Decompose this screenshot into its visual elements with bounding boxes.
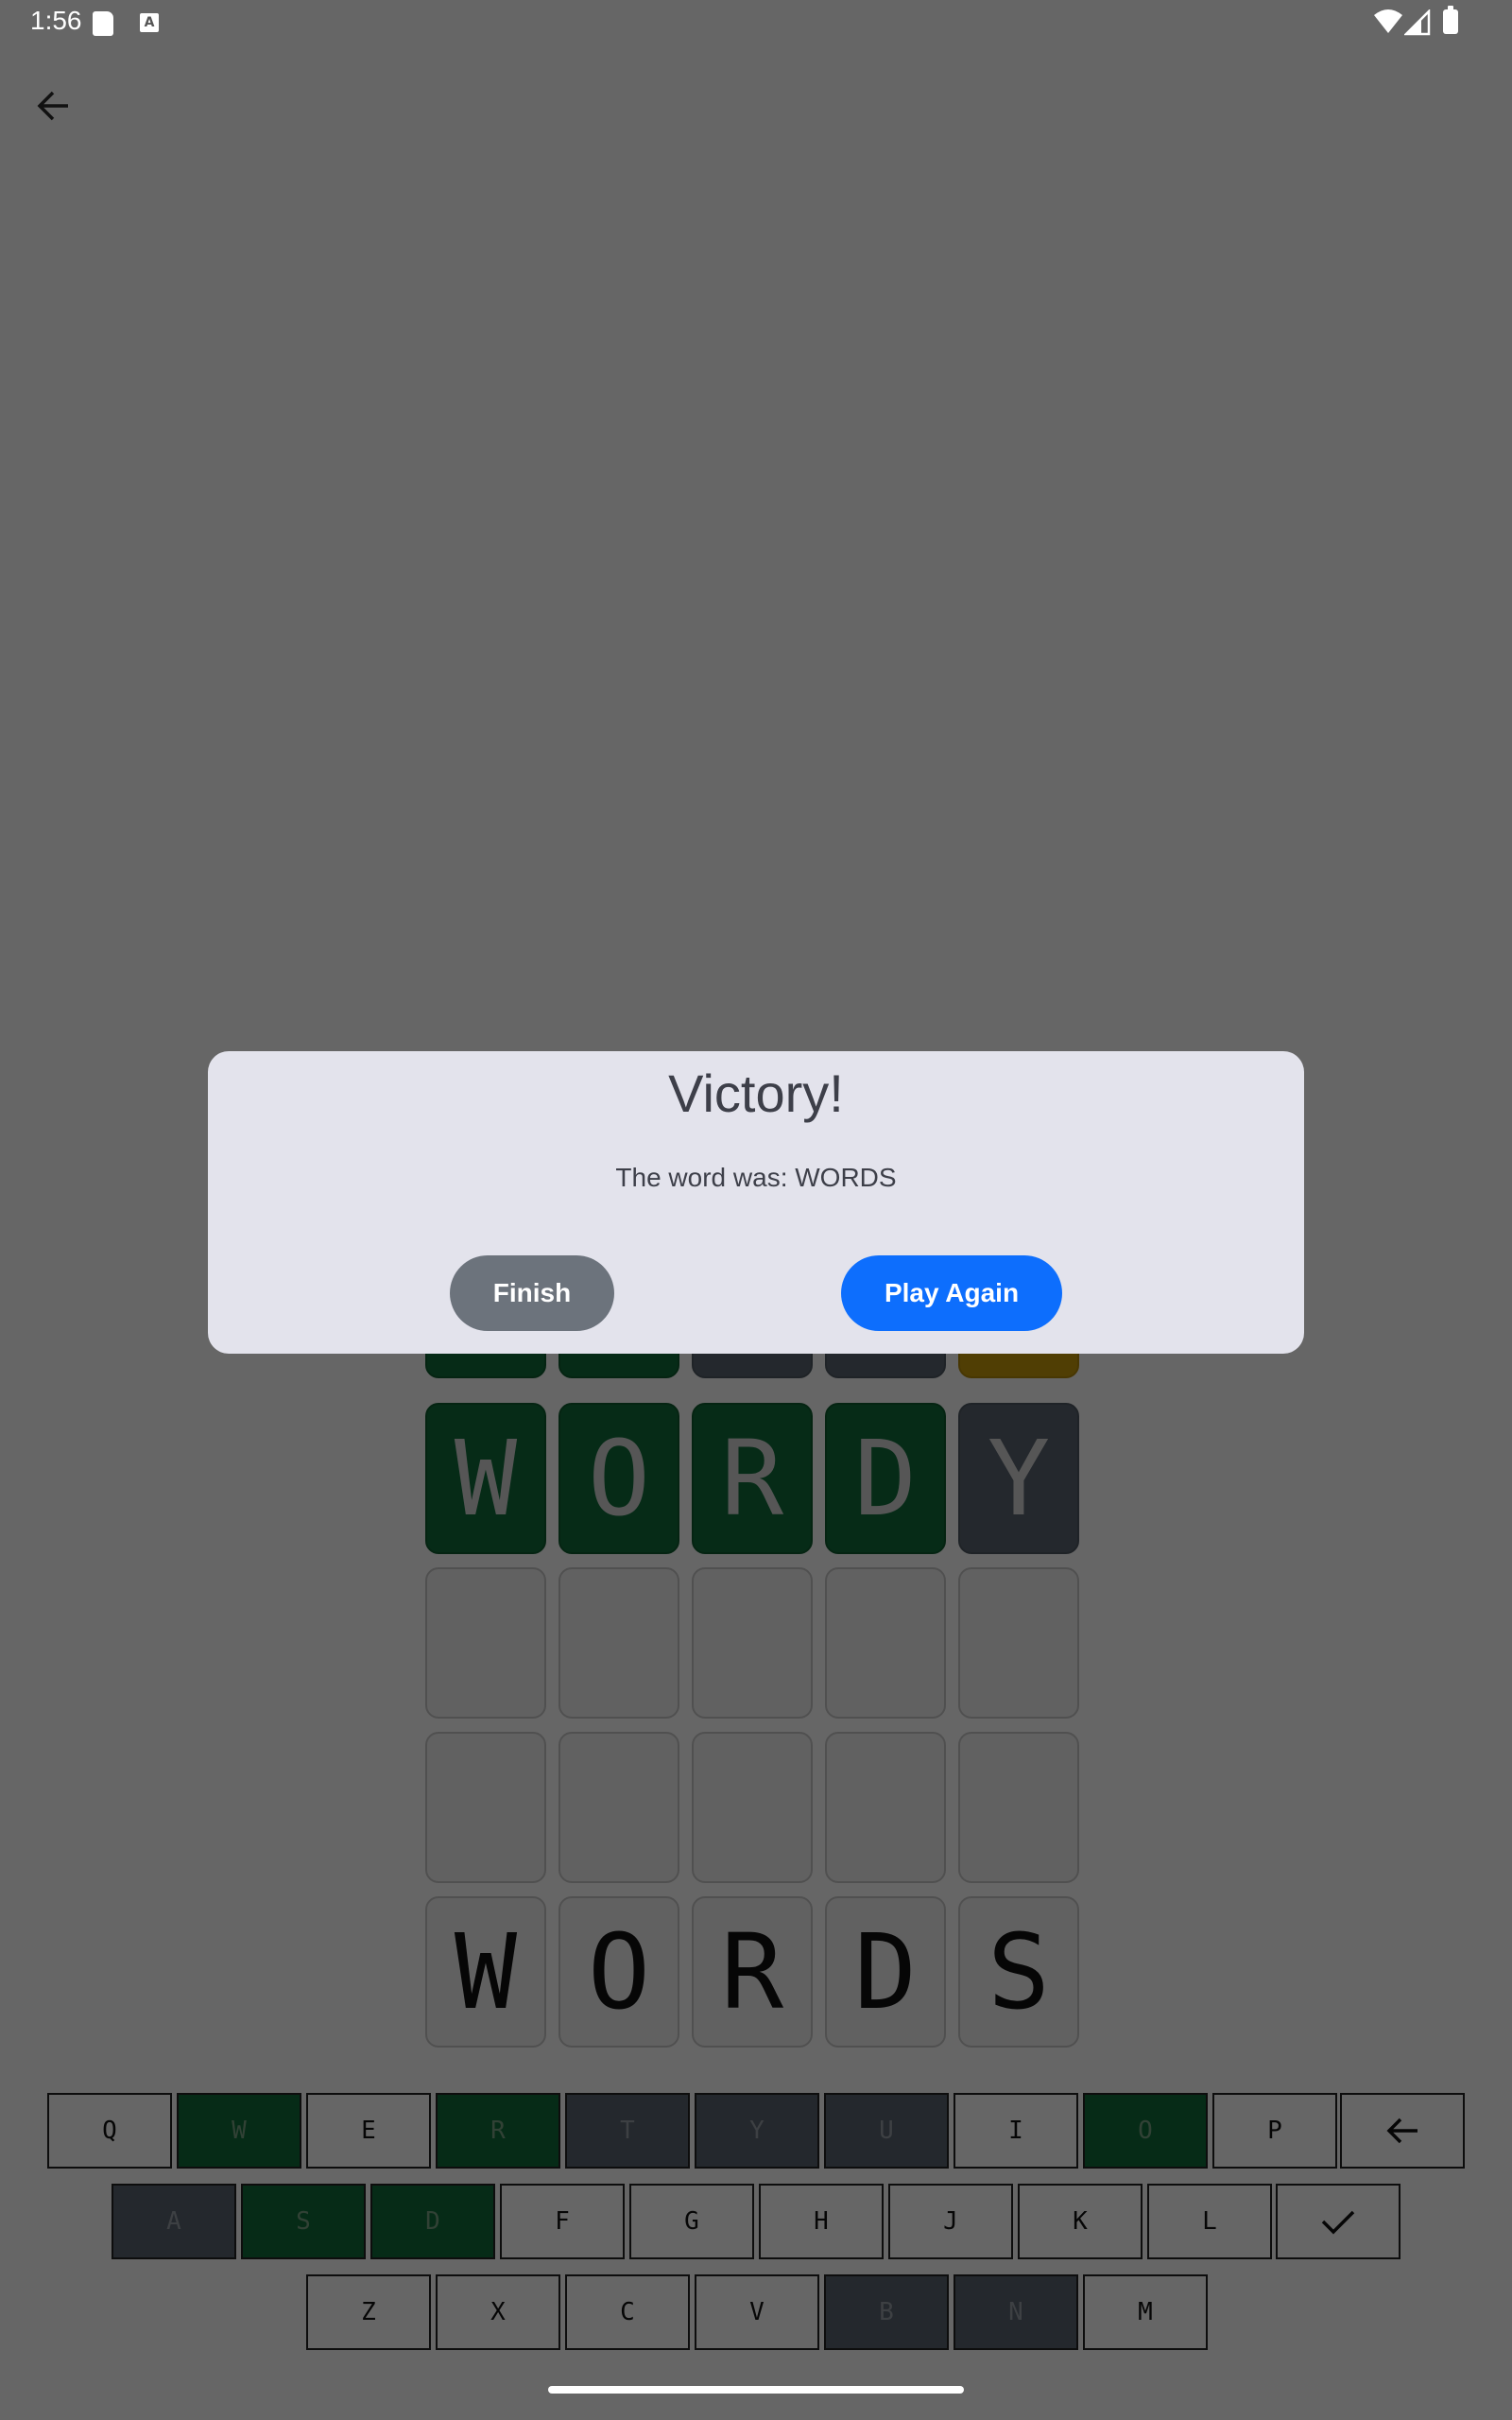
play-again-button[interactable]: Play Again — [841, 1255, 1062, 1331]
victory-dialog: Victory! The word was: WORDS Finish Play… — [208, 1051, 1304, 1354]
finish-button[interactable]: Finish — [450, 1255, 614, 1331]
dialog-title: Victory! — [668, 1063, 844, 1123]
dialog-message: The word was: WORDS — [615, 1163, 897, 1192]
